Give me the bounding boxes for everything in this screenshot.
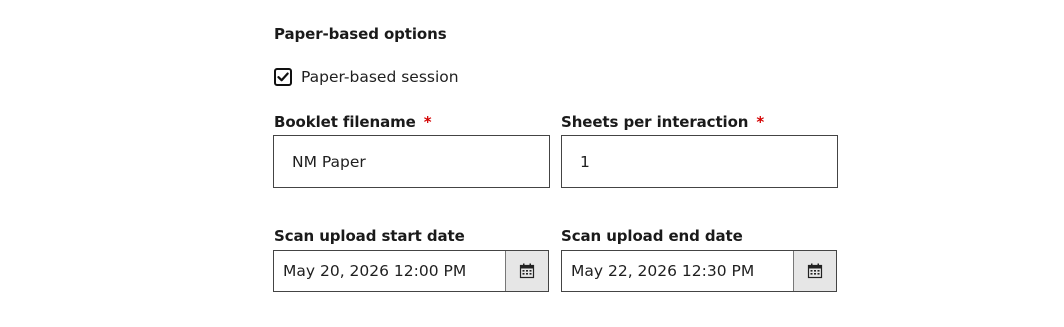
scan-upload-end-date-field	[561, 250, 837, 292]
scan-upload-start-date-field	[273, 250, 549, 292]
scan-upload-start-date-label: Scan upload start date	[274, 227, 465, 245]
paper-based-session-label: Paper-based session	[301, 68, 459, 86]
scan-upload-end-date-input[interactable]	[562, 251, 793, 291]
section-title: Paper-based options	[274, 25, 447, 43]
checkmark-icon	[277, 72, 289, 82]
booklet-filename-label: Booklet filename *	[274, 110, 432, 134]
sheets-per-interaction-label-text: Sheets per interaction	[561, 113, 749, 131]
booklet-filename-label-text: Booklet filename	[274, 113, 416, 131]
scan-upload-start-date-input[interactable]	[274, 251, 505, 291]
scan-upload-end-date-label: Scan upload end date	[561, 227, 743, 245]
booklet-filename-input[interactable]	[273, 135, 550, 188]
scan-end-calendar-button[interactable]	[793, 251, 836, 291]
required-indicator: *	[423, 113, 432, 131]
scan-start-calendar-button[interactable]	[505, 251, 548, 291]
calendar-icon	[519, 263, 535, 279]
calendar-icon	[807, 263, 823, 279]
sheets-per-interaction-input[interactable]	[561, 135, 838, 188]
paper-based-session-checkbox[interactable]	[274, 68, 292, 86]
required-indicator: *	[756, 113, 765, 131]
sheets-per-interaction-label: Sheets per interaction *	[561, 110, 764, 134]
paper-based-session-row[interactable]: Paper-based session	[274, 66, 459, 88]
